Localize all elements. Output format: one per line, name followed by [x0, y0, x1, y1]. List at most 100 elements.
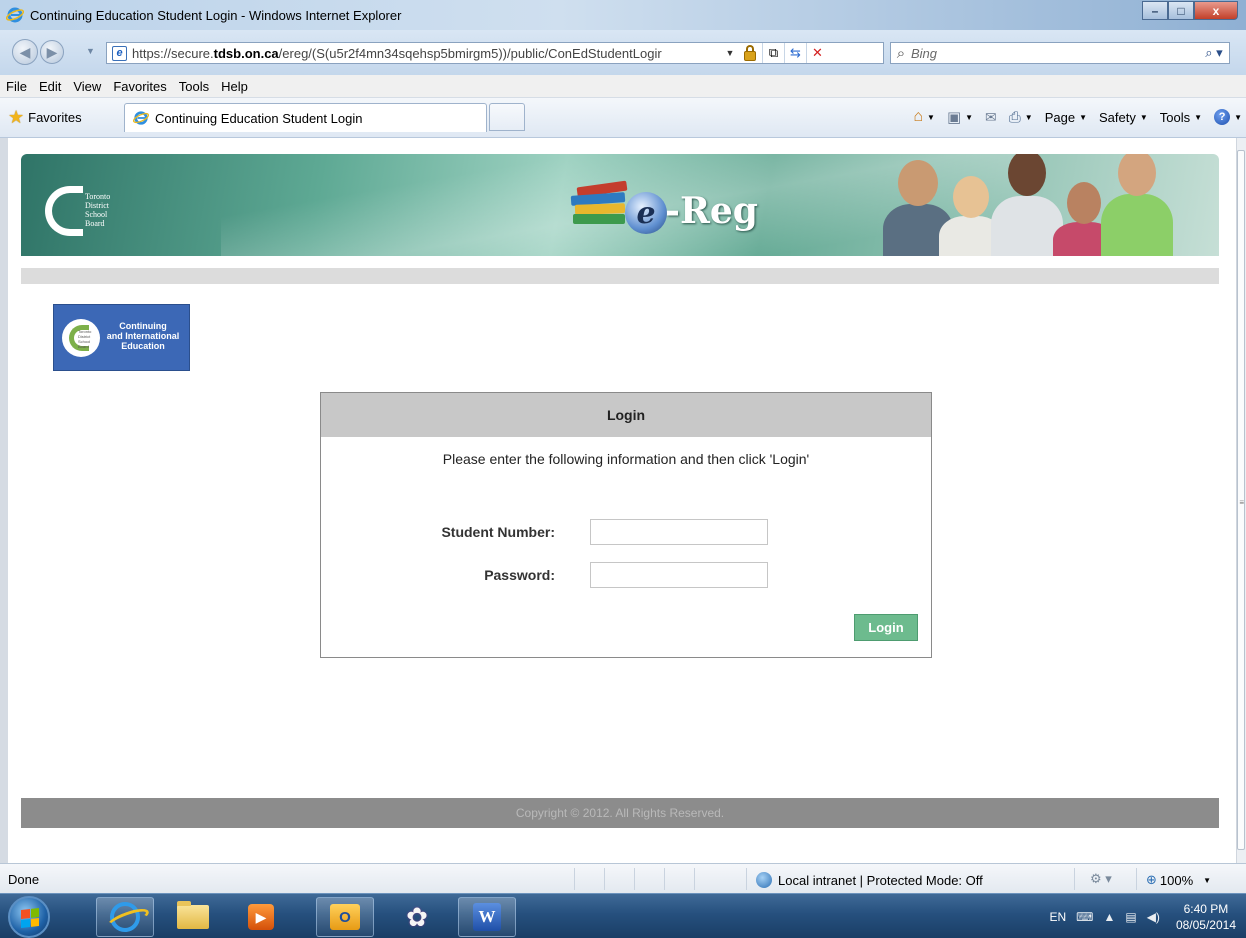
compatibility-view-icon[interactable]: ⧉	[762, 43, 784, 63]
help-icon: ?	[1214, 109, 1231, 125]
new-tab-button[interactable]	[489, 103, 525, 131]
maximize-button[interactable]: □	[1168, 1, 1194, 20]
search-provider-icon: ⌕	[896, 44, 906, 62]
back-button[interactable]: ◀	[12, 39, 38, 65]
show-hidden-icons[interactable]: ▲	[1103, 910, 1115, 924]
windows-flag-icon	[21, 908, 39, 928]
feed-icon: ▣	[946, 109, 962, 126]
star-icon: ★	[8, 107, 25, 127]
login-heading: Login	[321, 393, 931, 437]
tab-continuing-education-login[interactable]: Continuing Education Student Login	[124, 103, 487, 132]
page-footer: Copyright © 2012. All Rights Reserved.	[21, 798, 1219, 828]
address-toolbar: ◀ ▶ ▼ e https://secure.tdsb.on.ca/ereg/(…	[0, 30, 1246, 75]
menu-file[interactable]: File	[6, 79, 27, 94]
window-title: Continuing Education Student Login - Win…	[30, 8, 402, 23]
ie-icon	[110, 902, 140, 932]
system-tray: EN ⌨ ▲ ▤ ◀) 6:40 PM 08/05/2014	[1049, 894, 1236, 938]
students-photo	[883, 154, 1183, 256]
page-menu[interactable]: Page ▼	[1045, 110, 1087, 125]
password-row: Password:	[321, 562, 933, 588]
mail-icon: ✉	[985, 108, 997, 125]
student-number-row: Student Number:	[321, 519, 933, 545]
recent-pages-dropdown[interactable]: ▼	[86, 46, 95, 56]
taskbar-ie[interactable]	[96, 897, 154, 937]
page-content: Toronto District School Board e -Reg Tor…	[21, 154, 1219, 834]
network-icon[interactable]: ▤	[1125, 910, 1136, 924]
clock-date: 08/05/2014	[1175, 917, 1236, 932]
favorites-label: Favorites	[28, 110, 82, 125]
ereg-banner: Toronto District School Board e -Reg	[21, 154, 1219, 256]
scroll-grip-icon: ≡	[1239, 498, 1244, 507]
close-button[interactable]: x	[1194, 1, 1238, 20]
volume-icon[interactable]: ◀)	[1147, 910, 1160, 924]
taskbar-word[interactable]: W	[458, 897, 516, 937]
refresh-icon[interactable]: ⇆	[784, 43, 806, 63]
tools-menu[interactable]: Tools ▼	[1160, 110, 1202, 125]
menu-tools[interactable]: Tools	[179, 79, 209, 94]
browser-viewport: Toronto District School Board e -Reg Tor…	[0, 138, 1246, 863]
viewport-left-edge	[0, 138, 8, 863]
ereg-word: -Reg	[665, 190, 758, 232]
menu-help[interactable]: Help	[221, 79, 248, 94]
taskbar-outlook[interactable]: O	[316, 897, 374, 937]
folder-icon	[177, 901, 209, 929]
login-instructions: Please enter the following information a…	[442, 451, 810, 467]
password-input[interactable]	[590, 562, 768, 588]
lock-icon[interactable]	[742, 45, 758, 61]
protected-mode-icon[interactable]: ⚙ ▾	[1090, 871, 1112, 887]
taskbar-media-player[interactable]: ▶	[232, 897, 290, 937]
login-button[interactable]: Login	[854, 614, 918, 641]
url-dropdown-icon[interactable]: ▼	[722, 48, 738, 58]
status-text: Done	[8, 872, 40, 887]
ie-tab-icon	[133, 111, 149, 125]
clock-time: 6:40 PM	[1183, 901, 1229, 916]
menu-view[interactable]: View	[73, 79, 101, 94]
intranet-globe-icon	[756, 872, 772, 888]
flower-icon: ✿	[406, 901, 428, 932]
language-indicator[interactable]: EN	[1049, 910, 1066, 924]
stop-icon[interactable]: ✕	[806, 43, 828, 63]
window-controls: – □ x	[1142, 1, 1238, 21]
print-button[interactable]: ⎙ ▼	[1009, 109, 1033, 126]
student-number-input[interactable]	[590, 519, 768, 545]
menu-bar: File Edit View Favorites Tools Help	[0, 75, 1246, 98]
ereg-e-letter: e	[625, 192, 667, 234]
favorites-button[interactable]: ★ Favorites	[8, 107, 82, 128]
minimize-button[interactable]: –	[1142, 1, 1168, 20]
student-number-label: Student Number:	[441, 524, 555, 540]
keyboard-icon[interactable]: ⌨	[1076, 910, 1093, 924]
home-icon: ⌂	[913, 108, 924, 125]
security-zone[interactable]: Local intranet | Protected Mode: Off	[756, 872, 983, 888]
page-icon: e	[112, 45, 127, 61]
menu-favorites[interactable]: Favorites	[113, 79, 166, 94]
taskbar-explorer[interactable]	[164, 897, 222, 937]
feeds-button[interactable]: ▣ ▼	[947, 108, 973, 126]
media-player-icon: ▶	[248, 904, 274, 930]
start-button[interactable]	[8, 896, 50, 938]
zoom-level[interactable]: ⊕ 100% ▼	[1146, 872, 1211, 888]
tab-label: Continuing Education Student Login	[155, 110, 363, 126]
help-button[interactable]: ? ▼	[1214, 109, 1242, 125]
continuing-international-education-logo: Toronto District School Board Continuing an…	[53, 304, 190, 371]
tdsb-logo: Toronto District School Board	[45, 178, 145, 242]
home-button[interactable]: ⌂ ▼	[913, 108, 935, 126]
search-icon[interactable]: ⌕ ▾	[1199, 45, 1229, 61]
taskbar-flower-app[interactable]: ✿	[388, 897, 446, 937]
forward-arrow-icon: ▶	[46, 43, 58, 60]
windows-taskbar: ▶ O ✿ W EN ⌨ ▲ ▤ ◀) 6:40 PM 08/05/2014	[0, 893, 1246, 938]
search-box[interactable]: ⌕ Bing ⌕ ▾	[890, 42, 1230, 64]
back-arrow-icon: ◀	[19, 43, 31, 60]
search-input[interactable]: Bing	[911, 46, 1199, 61]
url-text[interactable]: https://secure.tdsb.on.ca/ereg/(S(u5r2f4…	[132, 46, 722, 61]
vertical-scrollbar[interactable]: ≡	[1236, 138, 1246, 863]
banner-divider	[21, 268, 1219, 284]
menu-edit[interactable]: Edit	[39, 79, 61, 94]
safety-menu[interactable]: Safety ▼	[1099, 110, 1148, 125]
command-bar: ⌂ ▼ ▣ ▼ ✉ ⎙ ▼ Page ▼ Safety ▼ Tools ▼ ? ▼	[901, 108, 1242, 126]
favorites-bar: ★ Favorites Continuing Education Student…	[0, 98, 1246, 138]
ie-logo-icon	[6, 7, 24, 23]
address-bar[interactable]: e https://secure.tdsb.on.ca/ereg/(S(u5r2…	[106, 42, 884, 64]
read-mail-button[interactable]: ✉	[985, 109, 997, 126]
clock[interactable]: 6:40 PM 08/05/2014	[1176, 901, 1236, 933]
forward-button[interactable]: ▶	[40, 40, 64, 64]
